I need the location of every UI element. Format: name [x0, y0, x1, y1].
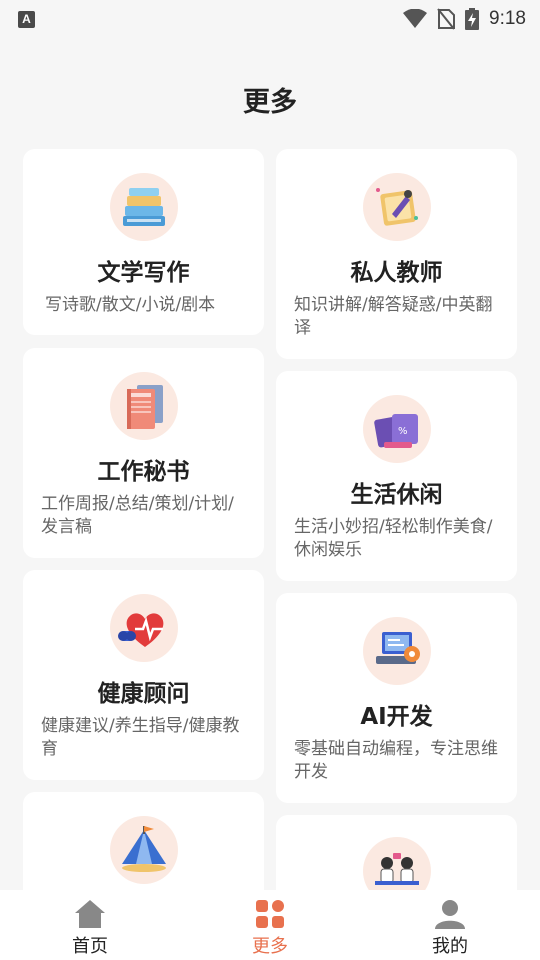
tab-home[interactable]: 首页	[0, 890, 180, 960]
card-desc: 工作周报/总结/策划/计划/发言稿	[41, 494, 234, 537]
card-literary-writing[interactable]: 文学写作 写诗歌/散文/小说/剧本	[23, 149, 264, 335]
card-title: 生活休闲	[350, 482, 443, 508]
card-title: 文学写作	[97, 260, 190, 286]
tab-label: 首页	[72, 936, 108, 957]
svg-text:%: %	[398, 426, 408, 437]
status-bar: A 9:18	[0, 0, 540, 38]
grid-icon	[256, 900, 284, 928]
card-desc: 零基础自动编程，专注思维开发	[294, 739, 498, 782]
status-time: 9:18	[489, 8, 526, 29]
user-icon	[435, 900, 465, 929]
card-desc: 写诗歌/散文/小说/剧本	[45, 295, 216, 315]
tab-label: 我的	[432, 936, 468, 957]
card-leisure-life[interactable]: % 生活休闲 生活小妙招/轻松制作美食/休闲娱乐	[276, 371, 517, 581]
notebook-icon	[109, 372, 178, 440]
leisure-icon: %	[362, 395, 431, 463]
card-title: 健康顾问	[97, 681, 190, 707]
tent-icon	[109, 816, 178, 884]
card-title: 私人教师	[350, 260, 443, 286]
heart-pulse-icon	[109, 594, 178, 662]
card-private-tutor[interactable]: 私人教师 知识讲解/解答疑惑/中英翻译	[276, 149, 517, 359]
teacher-icon	[362, 173, 431, 241]
card-desc: 知识讲解/解答疑惑/中英翻译	[294, 295, 493, 338]
page-title: 更多	[243, 87, 297, 118]
books-icon	[109, 173, 178, 241]
card-title: 工作秘书	[97, 459, 190, 485]
card-work-secretary[interactable]: 工作秘书 工作周报/总结/策划/计划/发言稿	[23, 348, 264, 558]
code-dev-icon	[362, 617, 431, 685]
tab-more[interactable]: 更多	[180, 890, 360, 960]
wifi-icon	[403, 9, 428, 28]
card-desc: 健康建议/养生指导/健康教育	[41, 716, 240, 759]
card-title: AI开发	[360, 704, 433, 730]
a-notification-icon: A	[18, 10, 35, 28]
card-health-advisor[interactable]: 健康顾问 健康建议/养生指导/健康教育	[23, 570, 264, 780]
battery-charging-icon	[465, 8, 480, 30]
tab-mine[interactable]: 我的	[360, 890, 540, 960]
no-sim-icon	[437, 8, 456, 30]
bottom-tab-bar: 首页 更多 我的	[0, 890, 540, 960]
home-icon	[75, 900, 105, 928]
tab-label: 更多	[252, 936, 288, 957]
card-ai-development[interactable]: AI开发 零基础自动编程，专注思维开发	[276, 593, 517, 803]
card-desc: 生活小妙招/轻松制作美食/休闲娱乐	[294, 517, 493, 560]
